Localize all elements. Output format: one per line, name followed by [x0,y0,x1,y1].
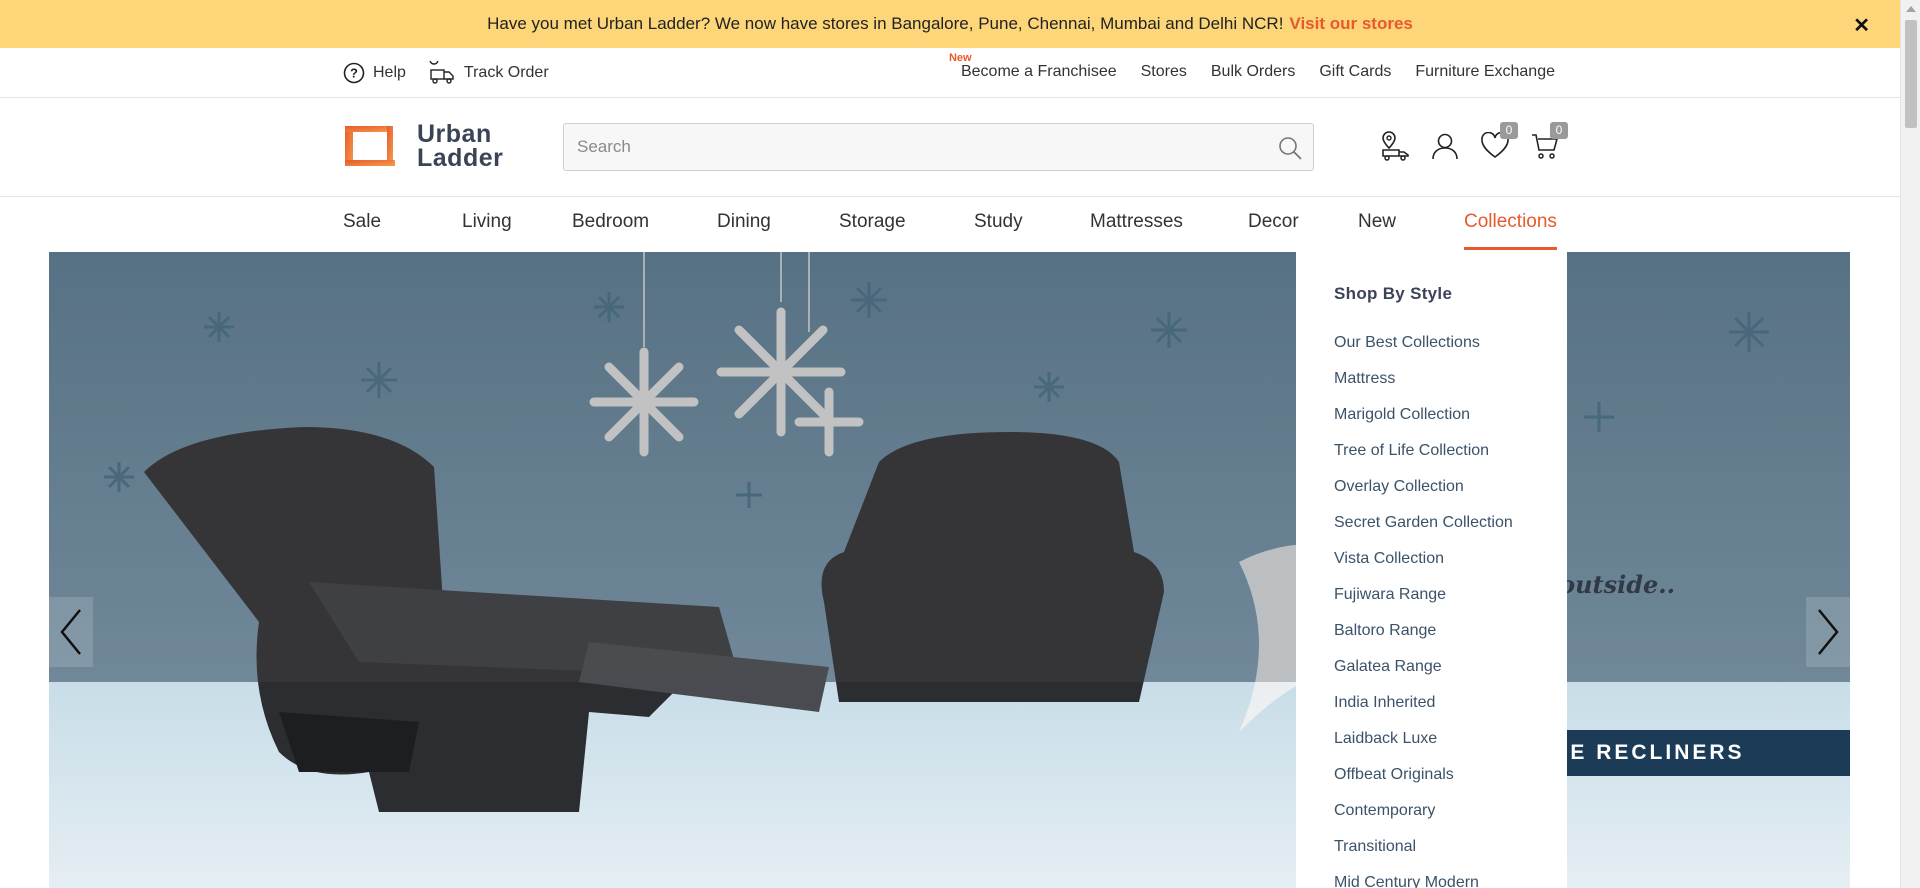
nav-collections[interactable]: Collections [1464,197,1557,252]
franchisee-link[interactable]: New Become a Franchisee [949,52,1117,81]
scroll-thumb[interactable] [1905,20,1917,128]
wishlist-button[interactable]: 0 [1470,122,1520,164]
dropdown-item[interactable]: Tree of Life Collection [1334,438,1513,474]
dropdown-item[interactable]: Baltoro Range [1334,618,1513,654]
store-locator-button[interactable] [1370,128,1420,164]
chevron-left-icon [60,609,81,655]
site-header: Urban Ladder 0 0 [0,98,1900,197]
nav-mattresses[interactable]: Mattresses [1090,197,1248,252]
dropdown-item[interactable]: Transitional [1334,834,1513,870]
help-link[interactable]: ? Help [343,62,406,84]
dropdown-item[interactable]: India Inherited [1334,690,1513,726]
new-badge: New [948,52,972,64]
nav-living[interactable]: Living [462,197,572,252]
dropdown-item[interactable]: Offbeat Originals [1334,762,1513,798]
bulk-orders-link[interactable]: Bulk Orders [1211,63,1295,81]
logo-line2: Ladder [417,144,504,172]
franchisee-label: Become a Franchisee [960,63,1117,80]
account-button[interactable] [1420,128,1470,164]
track-order-label: Track Order [463,64,549,81]
help-label: Help [373,64,406,81]
dropdown-item[interactable]: Fujiwara Range [1334,582,1513,618]
stores-link[interactable]: Stores [1141,63,1187,81]
logo-line1: Urban [417,120,492,148]
dropdown-item[interactable]: Laidback Luxe [1334,726,1513,762]
dropdown-item[interactable]: Vista Collection [1334,546,1513,582]
announcement-text: Have you met Urban Ladder? We now have s… [487,14,1284,33]
announcement-bar: Have you met Urban Ladder? We now have s… [0,0,1900,48]
close-icon[interactable]: ✕ [1853,13,1870,38]
help-circle-icon: ? [343,62,365,84]
wishlist-count: 0 [1500,122,1518,139]
user-icon [1432,133,1458,160]
dropdown-item[interactable]: Contemporary [1334,798,1513,834]
svg-text:?: ? [350,66,358,81]
truck-location-icon [1382,131,1409,161]
nav-bedroom[interactable]: Bedroom [572,197,717,252]
dropdown-item[interactable]: Mid Century Modern [1334,870,1513,888]
cart-count: 0 [1550,122,1568,139]
dropdown-heading: Shop By Style [1334,284,1453,303]
dropdown-item[interactable]: Secret Garden Collection [1334,510,1513,546]
gift-cards-link[interactable]: Gift Cards [1319,63,1391,81]
search-icon[interactable] [1277,135,1303,161]
hero-banner[interactable]: l outside.. EXPLORE RECLINERS [49,252,1850,888]
search-box [563,123,1314,171]
nav-study[interactable]: Study [974,197,1090,252]
furniture-exchange-link[interactable]: Furniture Exchange [1415,63,1555,81]
track-order-link[interactable]: Track Order [428,61,549,85]
carousel-prev-button[interactable] [49,597,93,667]
visit-stores-link[interactable]: Visit our stores [1289,14,1412,34]
logo-mark-icon [345,124,403,168]
nav-decor[interactable]: Decor [1248,197,1358,252]
scroll-up-icon[interactable] [1906,6,1916,12]
search-input[interactable] [564,124,1244,170]
carousel-next-button[interactable] [1806,597,1850,667]
main-navigation: Sale Living Bedroom Dining Storage Study… [0,197,1900,252]
dropdown-item[interactable]: Marigold Collection [1334,402,1513,438]
page-scrollbar[interactable] [1900,0,1920,888]
dropdown-item[interactable]: Overlay Collection [1334,474,1513,510]
collections-dropdown: Shop By Style Our Best Collections Mattr… [1296,252,1567,888]
utility-bar: ? Help Track Order New Become a Franchis… [0,48,1900,98]
nav-new[interactable]: New [1358,197,1464,252]
dropdown-item[interactable]: Galatea Range [1334,654,1513,690]
nav-storage[interactable]: Storage [839,197,974,252]
truck-icon [429,61,454,84]
chevron-right-icon [1818,609,1839,655]
cart-button[interactable]: 0 [1520,122,1570,164]
dropdown-item[interactable]: Our Best Collections [1334,330,1513,366]
nav-dining[interactable]: Dining [717,197,839,252]
urban-ladder-logo[interactable]: Urban Ladder [343,120,504,172]
hero-overlay [49,252,1850,682]
nav-sale[interactable]: Sale [343,197,462,252]
dropdown-item[interactable]: Mattress [1334,366,1513,402]
